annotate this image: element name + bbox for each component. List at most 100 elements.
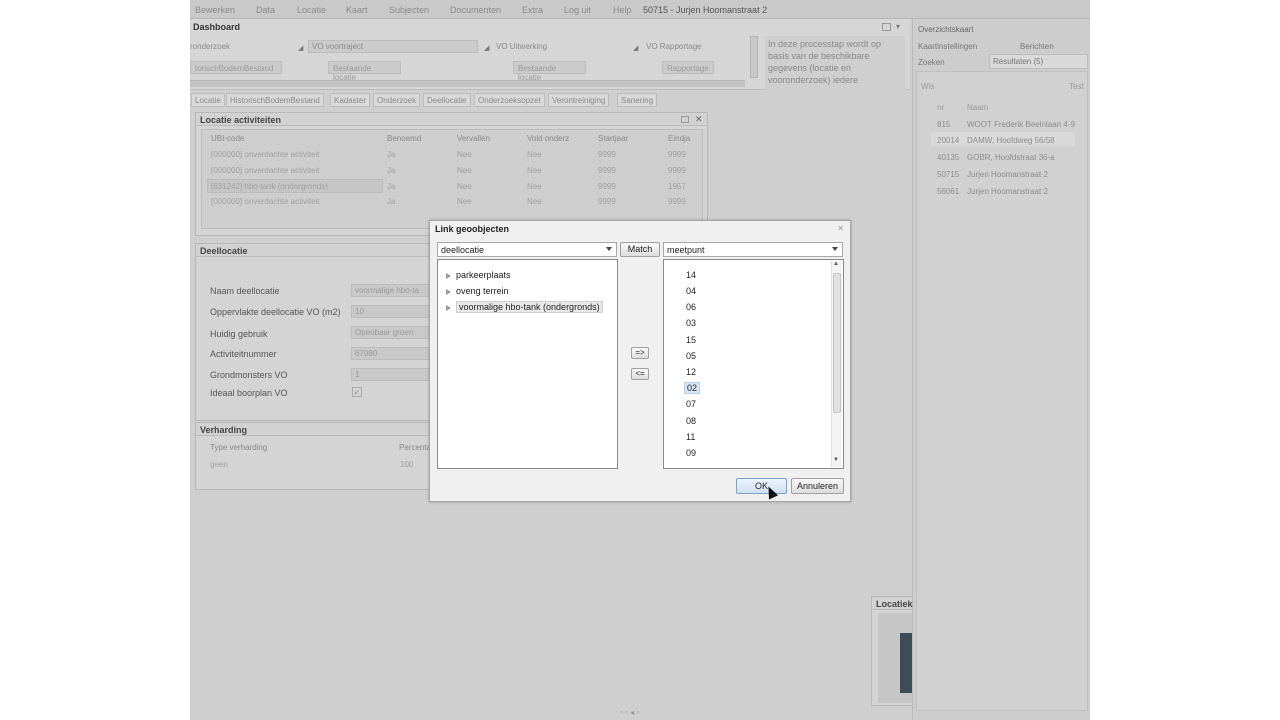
scroll-down-icon[interactable]: ▼ [833,457,839,463]
tab-zoeken[interactable]: Zoeken [918,58,945,67]
list-item[interactable]: 06 [684,302,698,312]
result-naam[interactable]: GOBR, Hoofdstraat 36-a [967,153,1055,162]
menu-kaart[interactable]: Kaart [346,5,368,15]
ideaal-boorplan-checkbox[interactable]: ✓ [352,387,362,397]
menu-log-uit[interactable]: Log uit [564,5,591,15]
table-cell[interactable]: Ja [387,182,395,191]
result-nr[interactable]: 40135 [937,153,959,162]
tab-onderzoek[interactable]: Onderzoek [373,93,421,107]
table-cell[interactable]: [000000] onverdachte activiteit [211,166,320,175]
table-cell[interactable]: geen [210,460,228,469]
rapportage-button[interactable]: Rapportage [662,61,714,74]
table-cell[interactable]: [000000] onverdachte activiteit [211,150,320,159]
table-cell[interactable]: Nee [527,197,542,206]
result-naam[interactable]: Jurjen Hoomanstraat 2 [967,187,1048,196]
tab-kadaster[interactable]: Kadaster [330,93,371,107]
table-cell[interactable]: Nee [457,150,472,159]
tab-onderzoeksopzet[interactable]: Onderzoeksopzet [474,93,545,107]
expand-icon[interactable] [446,288,451,295]
chevron-down-icon[interactable]: ▾ [896,22,900,31]
bestaande-locatie-button[interactable]: Bestaande locatie [328,61,401,82]
close-icon[interactable]: ✕ [837,224,844,233]
result-nr[interactable]: 50715 [937,170,959,179]
location-map[interactable] [878,613,912,703]
list-item[interactable]: 11 [684,432,697,442]
ok-button[interactable]: OK [736,478,787,494]
tab-resultaten[interactable]: Resultaten (5) [989,54,1088,69]
tree-item-parkeerplaats[interactable]: parkeerplaats [446,270,511,284]
menu-data[interactable]: Data [256,5,275,15]
table-cell[interactable]: 9999 [598,166,616,175]
grondmonsters-input[interactable]: 1 [351,368,431,381]
list-item-selected[interactable]: 02 [684,382,701,394]
wis-button[interactable]: Wis [921,82,934,91]
table-cell[interactable]: 9999 [598,150,616,159]
unlink-button[interactable]: <= [631,368,649,380]
table-cell[interactable]: Nee [527,182,542,191]
expand-icon[interactable] [446,272,451,279]
target-type-select[interactable]: meetpunt [663,242,843,257]
tab-kaartinstellingen[interactable]: Kaartinstellingen [918,42,977,51]
result-naam[interactable]: Jurjen Hoomanstraat 2 [967,170,1048,179]
table-cell[interactable]: Ja [387,150,395,159]
dashboard-scrollbar[interactable] [190,80,745,87]
tree-item-oveng-terrein[interactable]: oveng terrein [446,286,509,300]
test-button[interactable]: Test [1069,82,1084,91]
result-nr[interactable]: 815 [937,120,950,129]
menu-extra[interactable]: Extra [522,5,543,15]
expand-icon[interactable] [446,304,451,311]
list-item[interactable]: 12 [684,367,698,377]
table-cell[interactable]: 1957 [668,182,686,191]
tree-item-hbo-tank[interactable]: voormalige hbo-tank (ondergronds) [446,301,603,316]
meetpunt-scrollbar[interactable]: ▲ ▼ [831,261,842,467]
menu-bewerken[interactable]: Bewerken [195,5,235,15]
menu-documenten[interactable]: Documenten [450,5,501,15]
step-vo-voortraject[interactable]: VO voortraject [308,40,478,53]
table-cell[interactable]: [631242] hbo-tank (ondergronds) [211,182,328,191]
table-cell[interactable]: Nee [527,150,542,159]
link-button[interactable]: => [631,347,649,359]
annuleren-button[interactable]: Annuleren [791,478,844,494]
table-cell[interactable]: [000000] onverdachte activiteit [211,197,320,206]
table-cell[interactable]: Nee [457,182,472,191]
list-item[interactable]: 15 [684,335,698,345]
tab-historisch-bodembestand[interactable]: HistorischBodemBestand [226,93,324,107]
maximize-icon[interactable] [882,23,891,31]
oppervlakte-input[interactable]: 10 [351,305,431,318]
list-item[interactable]: 08 [684,416,698,426]
step-vo-uitwerking[interactable]: VO Uitwerking [496,42,547,51]
table-cell[interactable]: Ja [387,197,395,206]
table-cell[interactable]: 9999 [598,197,616,206]
result-naam[interactable]: DAMW, Hoofdweg 56/58 [967,136,1055,145]
table-cell[interactable]: Nee [527,166,542,175]
menu-help[interactable]: Help [613,5,632,15]
overzichtskaart-header[interactable]: Overzichtskaart [918,25,974,34]
list-item[interactable]: 03 [684,318,698,328]
table-cell[interactable]: 9999 [668,166,686,175]
scrollbar-thumb[interactable] [833,273,841,413]
naam-deellocatie-input[interactable]: voormalige hbo-ta [351,284,431,297]
tab-berichten[interactable]: Berichten [1020,42,1054,51]
tab-verontreiniging[interactable]: Verontreiniging [548,93,610,107]
step-vo-rapportage[interactable]: VO Rapportage [646,42,702,51]
table-cell[interactable]: 9999 [598,182,616,191]
maximize-icon[interactable] [681,116,689,123]
table-cell[interactable]: Nee [457,166,472,175]
bestaande-locatie-button-2[interactable]: Bestaande locatie [513,61,586,82]
step-vooronderzoek[interactable]: ronderzoek [190,42,230,51]
huidig-gebruik-select[interactable]: Openbaar groen [351,326,431,339]
result-naam[interactable]: WOOT Frederik Beelnlaan 4-9 [967,120,1075,129]
menu-subjecten[interactable]: Subjecten [389,5,429,15]
dashboard-vertical-scrollbar[interactable] [750,36,758,78]
close-icon[interactable]: ✕ [695,114,703,125]
activiteitnummer-input[interactable]: 67080 [351,347,431,360]
tab-deellocatie[interactable]: Deellocatie [423,93,471,107]
menu-locatie[interactable]: Locatie [297,5,326,15]
tab-sanering[interactable]: Sanering [617,93,658,107]
match-button[interactable]: Match [620,242,660,257]
table-cell[interactable]: 9999 [668,150,686,159]
source-type-select[interactable]: deellocatie [437,242,617,257]
scroll-up-icon[interactable]: ▲ [833,261,839,267]
historisch-bodembestand-button[interactable]: torischBodemBestand [190,61,282,74]
table-cell[interactable]: Ja [387,166,395,175]
